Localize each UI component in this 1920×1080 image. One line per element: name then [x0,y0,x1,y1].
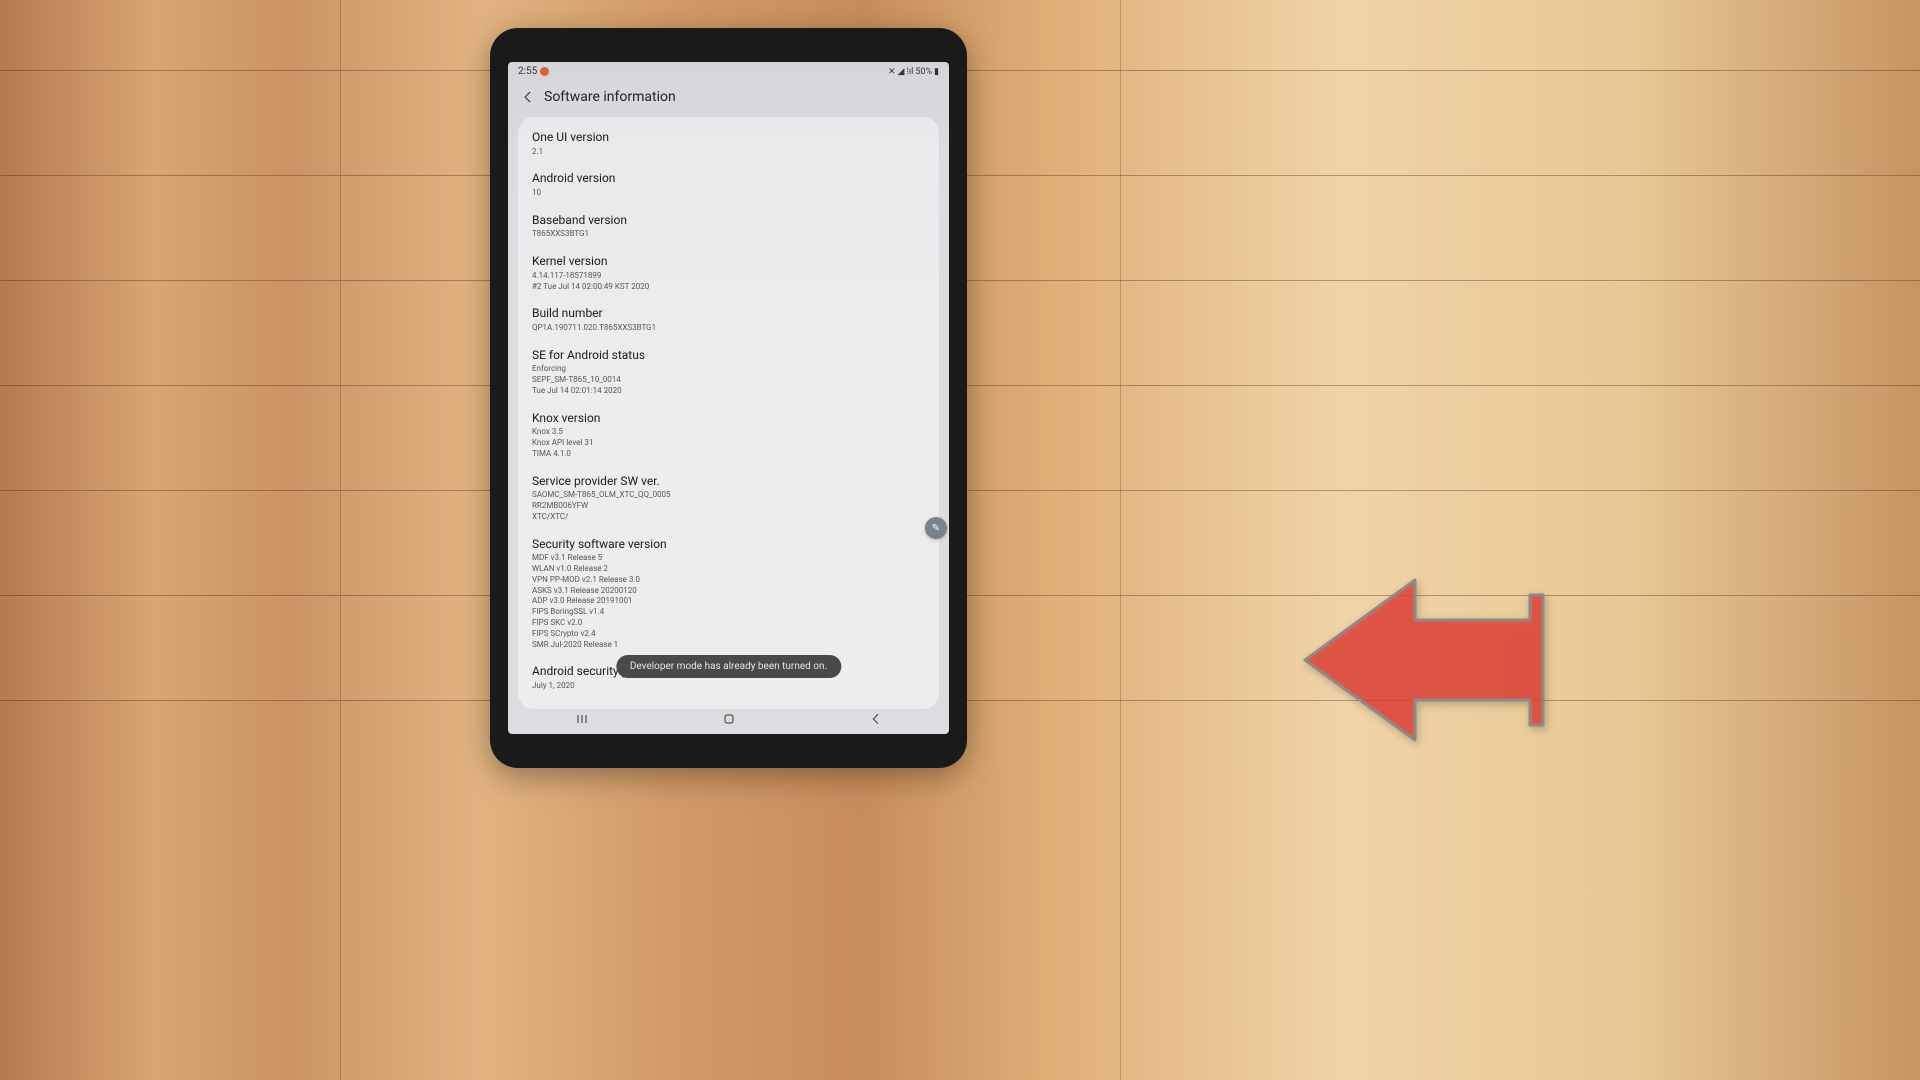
nav-back-button[interactable] [856,709,896,729]
item-title: Baseband version [532,213,925,229]
item-se-android-status[interactable]: SE for Android status Enforcing SEPF_SM-… [518,341,939,404]
item-value: QP1A.190711.020.T865XXS3BTG1 [532,323,925,334]
item-title: Service provider SW ver. [532,474,925,490]
status-bar: 2:55 ✕ ◢ ⁞ıl 50% ▮ [508,62,949,79]
item-value: Enforcing SEPF_SM-T865_10_0014 Tue Jul 1… [532,364,925,396]
item-value: 2.1 [532,147,925,158]
battery-text: 50% [915,67,932,77]
item-baseband-version[interactable]: Baseband version T865XXS3BTG1 [518,206,939,247]
item-value: T865XXS3BTG1 [532,229,925,240]
tablet-device: 2:55 ✕ ◢ ⁞ıl 50% ▮ Software information [490,28,967,768]
item-value: Knox 3.5 Knox API level 31 TIMA 4.1.0 [532,427,925,459]
pencil-icon: ✎ [932,523,940,534]
item-value: MDF v3.1 Release 5 WLAN v1.0 Release 2 V… [532,553,925,650]
home-button[interactable] [709,709,749,729]
alarm-icon [540,67,549,76]
nav-back-icon [868,711,884,727]
item-title: Android version [532,171,925,187]
pen-icon: ✕ [888,67,896,77]
toast-text: Developer mode has already been turned o… [630,661,827,672]
item-title: Knox version [532,411,925,427]
item-value: July 1, 2020 [532,681,925,692]
page-title: Software information [544,89,676,105]
toast-message: Developer mode has already been turned o… [616,655,841,678]
page-header: Software information [508,79,949,117]
recents-icon [574,711,590,727]
item-title: Kernel version [532,254,925,270]
item-kernel-version[interactable]: Kernel version 4.14.117-18571899 #2 Tue … [518,247,939,299]
battery-icon: ▮ [934,67,939,77]
item-value: 10 [532,188,925,199]
wooden-background: 2:55 ✕ ◢ ⁞ıl 50% ▮ Software information [0,0,1920,1080]
item-security-software-version[interactable]: Security software version MDF v3.1 Relea… [518,530,939,658]
item-title: Build number [532,306,925,322]
item-build-number[interactable]: Build number QP1A.190711.020.T865XXS3BTG… [518,299,939,340]
item-title: SE for Android status [532,348,925,364]
edit-fab-button[interactable]: ✎ [925,517,947,539]
mute-icon: ◢ [897,67,904,77]
item-title: One UI version [532,130,925,146]
item-android-version[interactable]: Android version 10 [518,164,939,205]
tablet-screen: 2:55 ✕ ◢ ⁞ıl 50% ▮ Software information [508,62,949,734]
back-icon [521,90,535,104]
item-title: Security software version [532,537,925,553]
navigation-bar [508,704,949,734]
pointer-arrow-annotation [1295,555,1545,765]
home-icon [721,711,737,727]
recents-button[interactable] [562,709,602,729]
settings-card: One UI version 2.1 Android version 10 Ba… [518,117,939,709]
signal-icon: ⁞ıl [906,66,913,77]
item-one-ui-version[interactable]: One UI version 2.1 [518,123,939,164]
back-button[interactable] [516,85,540,109]
item-service-provider-sw[interactable]: Service provider SW ver. SAOMC_SM-T865_O… [518,467,939,530]
item-value: SAOMC_SM-T865_OLM_XTC_QQ_0005 RR2MB006YF… [532,490,925,522]
item-knox-version[interactable]: Knox version Knox 3.5 Knox API level 31 … [518,404,939,467]
item-value: 4.14.117-18571899 #2 Tue Jul 14 02:00:49… [532,271,925,293]
status-time: 2:55 [518,66,537,77]
